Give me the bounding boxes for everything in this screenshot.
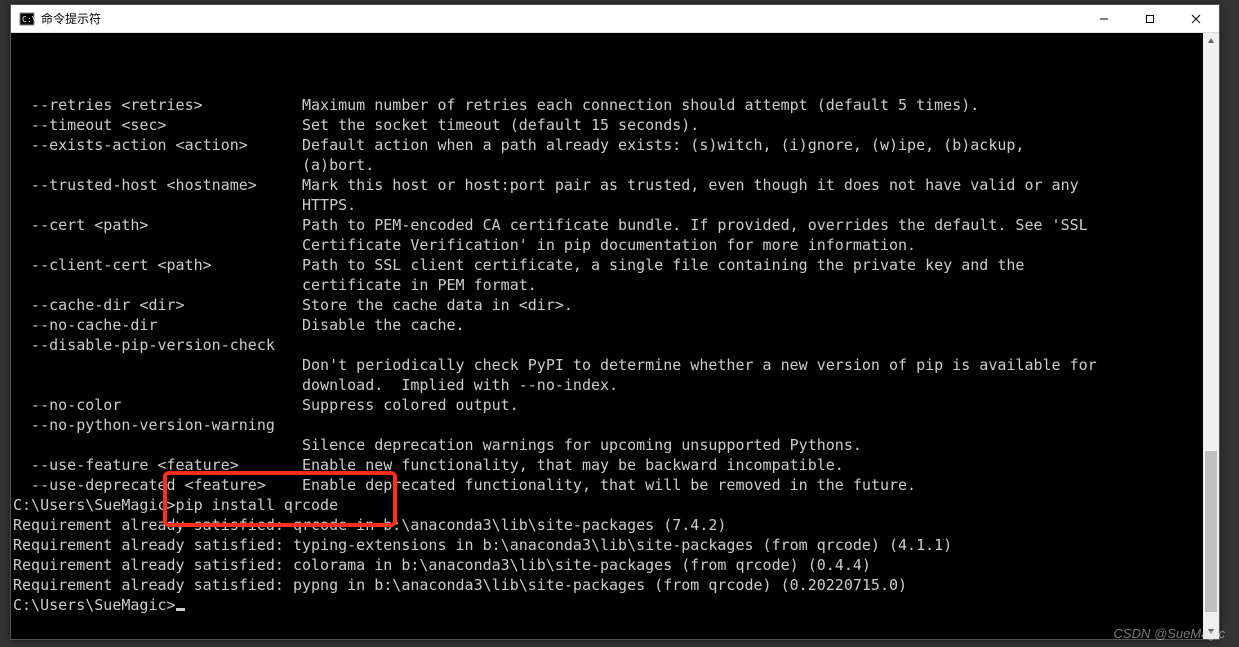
command-line: C:\Users\SueMagic>pip install qrcode [11,495,1219,515]
terminal-line: --trusted-host <hostname> Mark this host… [11,175,1219,195]
scrollbar-thumb[interactable] [1205,451,1217,612]
terminal-line: --retries <retries> Maximum number of re… [11,95,1219,115]
terminal-line: --exists-action <action> Default action … [11,135,1219,155]
terminal-line: --cache-dir <dir> Store the cache data i… [11,295,1219,315]
terminal-line: Requirement already satisfied: typing-ex… [11,535,1219,555]
terminal-line: Requirement already satisfied: pypng in … [11,575,1219,595]
terminal-line: Requirement already satisfied: qrcode in… [11,515,1219,535]
svg-text:C:\: C:\ [22,15,35,24]
terminal-line: certificate in PEM format. [11,275,1219,295]
terminal-line: --use-deprecated <feature> Enable deprec… [11,475,1219,495]
terminal-output[interactable]: --retries <retries> Maximum number of re… [11,33,1219,639]
close-button[interactable] [1173,5,1219,33]
terminal-line: --timeout <sec> Set the socket timeout (… [11,115,1219,135]
terminal-line: Requirement already satisfied: colorama … [11,555,1219,575]
minimize-button[interactable] [1081,5,1127,33]
terminal-line: --cert <path> Path to PEM-encoded CA cer… [11,215,1219,235]
terminal-line: --no-python-version-warning [11,415,1219,435]
vertical-scrollbar[interactable] [1203,33,1219,639]
terminal-line: download. Implied with --no-index. [11,375,1219,395]
terminal-line: Silence deprecation warnings for upcomin… [11,435,1219,455]
terminal-line: Certificate Verification' in pip documen… [11,235,1219,255]
prompt-line: C:\Users\SueMagic> [11,595,1219,615]
terminal-line: (a)bort. [11,155,1219,175]
cursor [176,608,185,611]
scroll-up-button[interactable] [1203,33,1219,49]
terminal-line: --use-feature <feature> Enable new funct… [11,455,1219,475]
terminal-line: --no-color Suppress colored output. [11,395,1219,415]
terminal-line: HTTPS. [11,195,1219,215]
terminal-line: --client-cert <path> Path to SSL client … [11,255,1219,275]
titlebar[interactable]: C:\ 命令提示符 [11,5,1219,33]
scroll-down-button[interactable] [1203,623,1219,639]
window-title: 命令提示符 [41,10,101,27]
command-prompt-window: C:\ 命令提示符 --retries <retries> Maximum nu… [10,4,1220,640]
terminal-line: --no-cache-dir Disable the cache. [11,315,1219,335]
cmd-icon: C:\ [19,11,35,27]
terminal-line: --disable-pip-version-check [11,335,1219,355]
scrollbar-track[interactable] [1203,49,1219,623]
maximize-button[interactable] [1127,5,1173,33]
terminal-line: Don't periodically check PyPI to determi… [11,355,1219,375]
